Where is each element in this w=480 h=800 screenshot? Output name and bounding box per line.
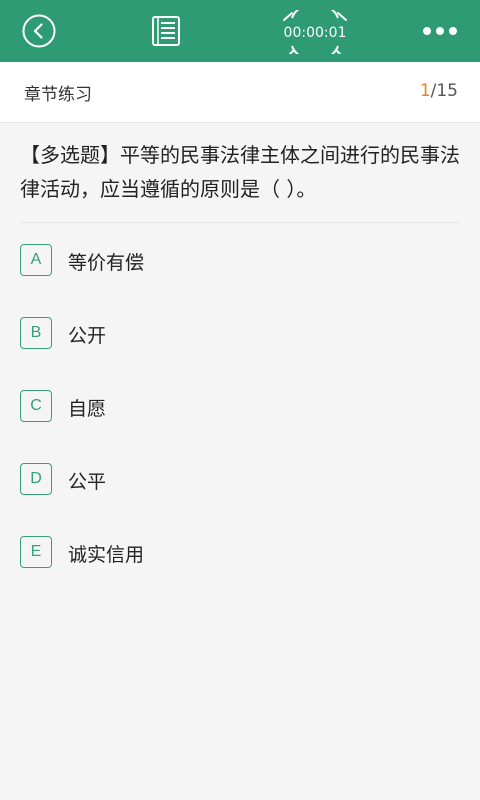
total-questions: /15 — [430, 81, 458, 101]
option-d[interactable]: D 公平 — [20, 459, 460, 499]
question-text: 【多选题】平等的民事法律主体之间进行的民事法律活动，应当遵循的原则是（ ）。 — [20, 143, 460, 201]
option-a[interactable]: A 等价有偿 — [20, 240, 460, 280]
option-letter-box[interactable]: B — [20, 317, 52, 349]
option-e[interactable]: E 诚实信用 — [20, 532, 460, 572]
option-text: 诚实信用 — [68, 544, 145, 566]
option-letter-box[interactable]: A — [20, 244, 52, 276]
divider — [20, 222, 460, 223]
section-header: 章节练习 1/15 — [0, 62, 480, 123]
chevron-left-circle-icon — [22, 14, 56, 48]
question-progress: 1/15 — [420, 81, 458, 101]
timer-text: 00:00:01 — [283, 25, 347, 41]
option-text: 公开 — [68, 325, 107, 347]
exam-timer[interactable]: 00:00:01 — [270, 10, 360, 54]
current-question-number: 1 — [419, 81, 431, 101]
option-letter-box[interactable]: D — [20, 463, 52, 495]
notebook-icon — [152, 16, 180, 46]
notes-button[interactable] — [149, 14, 183, 48]
option-letter-box[interactable]: C — [20, 390, 52, 422]
option-b[interactable]: B 公开 — [20, 313, 460, 353]
option-letter-box[interactable]: E — [20, 536, 52, 568]
section-title: 章节练习 — [24, 85, 92, 105]
option-text: 公平 — [68, 471, 107, 493]
more-dots-icon — [423, 27, 457, 35]
back-button[interactable] — [22, 14, 56, 48]
more-button[interactable] — [420, 20, 460, 42]
option-text: 等价有偿 — [68, 252, 145, 274]
option-text: 自愿 — [68, 398, 107, 420]
option-c[interactable]: C 自愿 — [20, 386, 460, 426]
top-toolbar: 00:00:01 — [0, 0, 480, 62]
